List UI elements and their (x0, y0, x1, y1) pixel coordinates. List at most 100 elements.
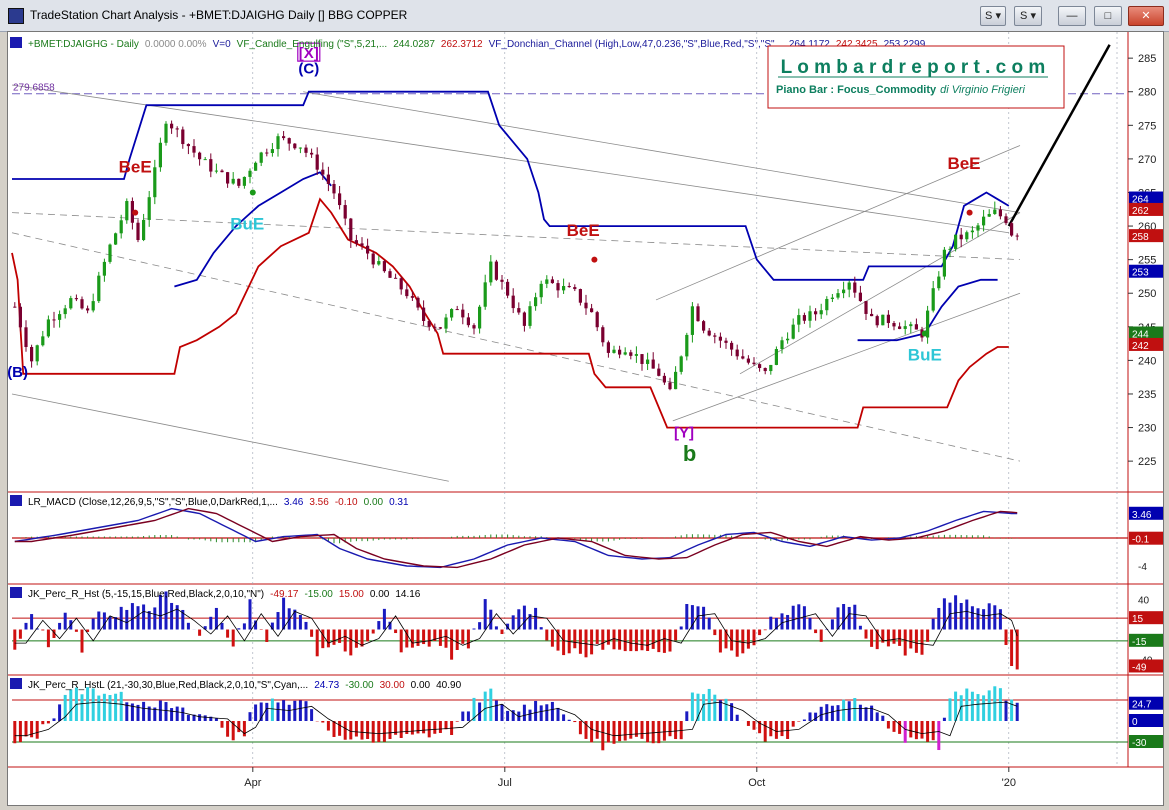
chart-svg[interactable]: AprJulOct'202252302352402452502552602652… (7, 32, 1163, 805)
candle-body (198, 152, 202, 160)
candle-body (394, 277, 398, 279)
close-button[interactable]: ✕ (1128, 6, 1164, 26)
candle-body (265, 152, 269, 154)
macd-header-item: LR_MACD (Close,12,26,9,5,"S","S",Blue,0,… (28, 497, 278, 508)
brand-name: L o m b a r d r e p o r t . c o m (781, 57, 1046, 78)
candle-body (786, 338, 790, 341)
candle-body (125, 201, 129, 221)
candle-body (41, 336, 45, 346)
candle-body (646, 359, 650, 364)
pr-tag: -49 (1132, 662, 1147, 673)
candle-body (158, 142, 162, 168)
maximize-button[interactable]: □ (1094, 6, 1122, 26)
candle-body (254, 162, 258, 171)
candle-body (836, 293, 840, 298)
brand-box: L o m b a r d r e p o r t . c o m Piano … (767, 45, 1065, 109)
level-label-279: 279.6858 (13, 83, 55, 94)
signal-dot (132, 209, 139, 216)
dropdown-icon-2: ▾ (1030, 10, 1036, 22)
candle-body (612, 349, 616, 353)
candle-body (584, 302, 588, 309)
candle-body (416, 297, 420, 308)
candle-body (590, 308, 594, 313)
prl-header-item: -30.00 (345, 680, 374, 691)
candle-body (634, 354, 638, 356)
candle-body (651, 359, 655, 369)
candle-body (528, 306, 532, 326)
prl-header-icon (10, 678, 22, 689)
symbol-s-button-2[interactable]: S ▾ (1014, 6, 1042, 26)
candle-body (937, 276, 941, 289)
candle-body (629, 352, 633, 356)
signal-dot (921, 330, 928, 337)
brand-subtitle: Piano Bar : Focus_Commodity di Virginio F… (776, 84, 1025, 96)
candle-body (108, 244, 112, 262)
candle-body (506, 281, 510, 296)
chart-area[interactable]: AprJulOct'202252302352402452502552602652… (7, 31, 1164, 806)
candle-body (909, 324, 913, 327)
minimize-button[interactable]: — (1058, 6, 1086, 26)
candle-body (18, 306, 22, 328)
candle-body (847, 282, 851, 290)
candle-body (270, 149, 274, 154)
candle-body (97, 275, 101, 302)
candle-body (422, 307, 426, 321)
candle-body (287, 138, 291, 144)
candle-body (746, 358, 750, 363)
candle-body (332, 183, 336, 194)
candle-body (718, 336, 722, 341)
candle-body (808, 311, 812, 321)
annotation-label: (C) (298, 61, 319, 78)
candle-body (46, 319, 50, 337)
symbol-s-label: S (985, 10, 993, 22)
annotation-label: (B) (8, 364, 28, 381)
candle-body (226, 172, 230, 184)
candle-body (354, 240, 358, 244)
candle-body (175, 128, 179, 130)
candle-body (976, 225, 980, 231)
candle-body (914, 324, 918, 330)
candle-body (774, 349, 778, 365)
prl-header-item: 40.90 (436, 680, 461, 691)
candle-body (998, 209, 1002, 217)
price-header-item: VF_Donchian_Channel (High,Low,47,0.236,"… (489, 39, 783, 50)
price-tag: 258 (1132, 232, 1149, 243)
candle-body (707, 330, 711, 336)
candle-body (293, 143, 297, 149)
candle-body (91, 301, 95, 311)
price-header-item: +BMET:DJAIGHG - Daily (28, 39, 139, 50)
candle-body (304, 147, 308, 153)
candle-body (534, 297, 538, 307)
candle-body (114, 233, 118, 245)
candle-body (220, 170, 224, 173)
symbol-s-button[interactable]: S ▾ (980, 6, 1006, 26)
candle-body (903, 326, 907, 329)
candle-body (870, 313, 874, 317)
pr-header-icon (10, 587, 22, 598)
brand-subtitle-bold: Piano Bar : Focus_Commodity (776, 84, 937, 96)
candle-body (119, 220, 123, 234)
candle-body (405, 289, 409, 297)
candle-body (858, 292, 862, 302)
candle-body (539, 283, 543, 298)
y-tick-label: 250 (1138, 288, 1156, 300)
pr-tag: 15 (1132, 614, 1144, 625)
candle-body (192, 146, 196, 153)
candle-body (954, 234, 958, 249)
candle-body (819, 310, 823, 315)
candle-body (892, 323, 896, 327)
candle-body (550, 279, 554, 284)
macd-header-item: 0.00 (364, 497, 384, 508)
pr-header-item: 14.16 (395, 589, 420, 600)
candle-body (987, 213, 991, 217)
y-tick-label: 280 (1138, 87, 1156, 99)
prl-header-item: 0.00 (411, 680, 431, 691)
signal-dot (249, 189, 256, 196)
candle-body (931, 288, 935, 311)
candle-body (489, 261, 493, 283)
price-tag: 242 (1132, 341, 1149, 352)
candle-body (814, 311, 818, 315)
candle-body (618, 349, 622, 355)
signal-dot (966, 209, 973, 216)
candle-body (186, 144, 190, 147)
